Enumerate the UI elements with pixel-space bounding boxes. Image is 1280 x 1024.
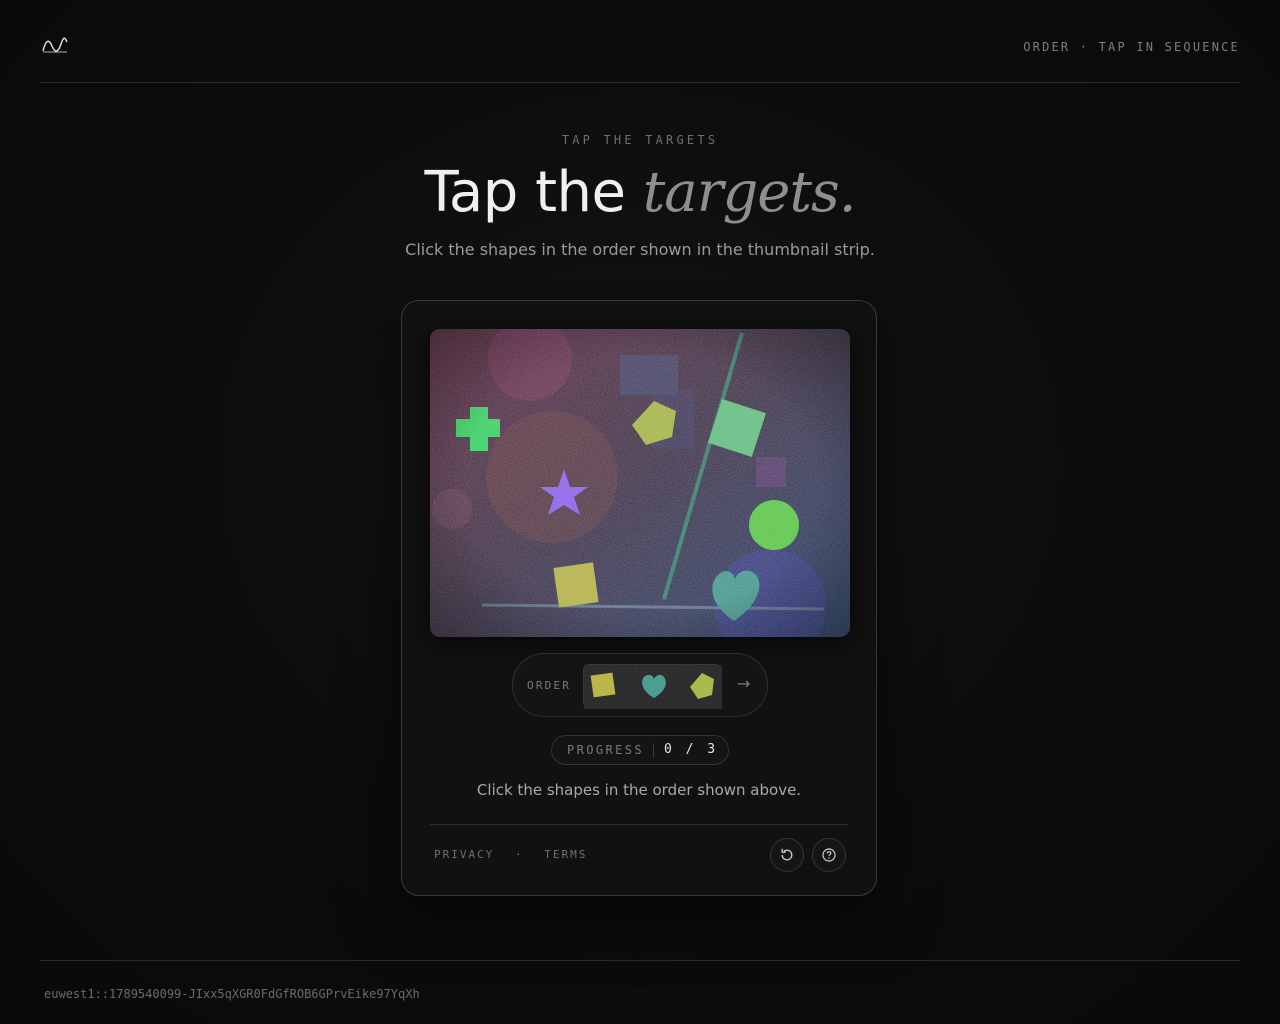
order-thumbnails: [583, 664, 722, 709]
top-bar: ORDER · TAP IN SEQUENCE: [40, 0, 1240, 83]
arrow-right-icon: →: [737, 674, 751, 693]
progress-value: 0 / 3: [664, 742, 719, 757]
wave-logo-icon: [42, 37, 68, 53]
privacy-link[interactable]: PRIVACY: [434, 848, 494, 861]
page-title: Tap the targets.: [0, 158, 1280, 228]
progress-divider: [653, 743, 654, 758]
vignette-overlay: [430, 329, 850, 637]
refresh-button[interactable]: [770, 838, 804, 872]
title-italic: targets.: [642, 160, 857, 225]
session-id: euwest1::1789540099-JIxx5qXGR0FdGfROB6GP…: [44, 987, 420, 1001]
refresh-icon: [781, 848, 793, 861]
instructions-text: Click the shapes in the order shown abov…: [476, 781, 802, 799]
legal-separator: ·: [514, 848, 524, 861]
progress-indicator: PROGRESS 0 / 3: [551, 735, 729, 765]
bottom-divider: [40, 960, 1240, 961]
terms-link[interactable]: TERMS: [544, 848, 587, 861]
title-plain: Tap the: [424, 160, 643, 225]
challenge-canvas[interactable]: [430, 329, 850, 637]
eyebrow: TAP THE TARGETS: [561, 133, 719, 147]
top-meta-label: ORDER · TAP IN SEQUENCE: [1023, 40, 1240, 54]
progress-label: PROGRESS: [567, 743, 644, 757]
challenge-card: ORDER → PROGRESS 0 / 3 Click the shapes …: [401, 300, 877, 896]
card-divider: [430, 824, 848, 825]
help-icon: [822, 848, 836, 862]
page-subtitle: Click the shapes in the order shown in t…: [405, 240, 875, 259]
help-button[interactable]: [812, 838, 846, 872]
order-label: ORDER: [527, 679, 572, 692]
legal-links: PRIVACY · TERMS: [434, 848, 587, 861]
order-strip: ORDER →: [512, 653, 768, 717]
